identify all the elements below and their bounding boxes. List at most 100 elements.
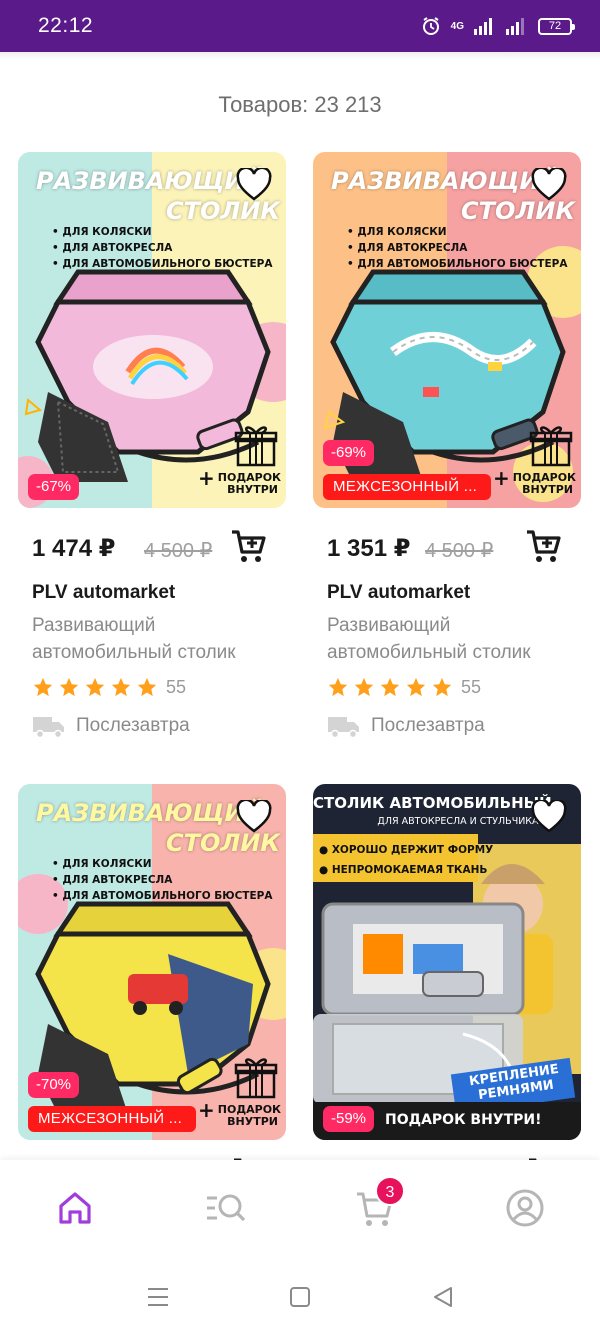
delivery-truck-icon (33, 717, 64, 738)
status-icons: 4G 72 (421, 16, 575, 36)
heart-icon[interactable] (236, 168, 272, 202)
system-navigation (0, 1264, 600, 1332)
cart-nav[interactable]: 3 (355, 1176, 405, 1228)
description-line: автомобильный столик (327, 642, 531, 663)
product-image-title: РАЗВИВАЮЩИЙ СТОЛИК (36, 166, 281, 226)
delivery-date: Послезавтра (371, 715, 485, 736)
gift-label-line2: ВНУТРИ (227, 1115, 278, 1128)
discount-badge: -67% (28, 474, 80, 500)
gift-icon (529, 426, 573, 467)
season-label: МЕЖСЕЗОННЫЙ ... (28, 1106, 196, 1132)
star-icon (432, 677, 452, 697)
product-image-title: РАЗВИВАЮЩИЙ СТОЛИК (36, 798, 281, 858)
description-line: автомобильный столик (32, 642, 236, 663)
star-icon (59, 677, 79, 697)
star-icon (137, 677, 157, 697)
old-price: 4 500 ₽ (425, 540, 494, 562)
image-title: СТОЛИК АВТОМОБИЛЬНЫЙ (313, 794, 552, 812)
image-bullet: • ДЛЯ КОЛЯСКИ (52, 226, 152, 238)
brand-name: PLV automarket (32, 582, 176, 603)
image-bullet: • ДЛЯ АВТОМОБИЛЬНОГО БЮСТЕРА (52, 258, 273, 270)
product-image[interactable]: СТОЛИК АВТОМОБИЛЬНЫЙ ДЛЯ АВТОКРЕСЛА И СТ… (313, 784, 581, 1140)
square-icon[interactable] (287, 1284, 313, 1310)
image-gift-banner: ПОДАРОК ВНУТРИ! (385, 1112, 542, 1128)
product-description: Развивающий автомобильный столик (32, 612, 280, 666)
add-to-cart-icon[interactable] (230, 528, 268, 566)
home-icon[interactable] (55, 1188, 95, 1228)
signal-icon-2 (506, 18, 524, 35)
battery-icon: 72 (538, 17, 575, 35)
price-row: 1 351 ₽ 4 500 ₽ (327, 528, 577, 568)
image-bullet: • ДЛЯ АВТОМОБИЛЬНОГО БЮСТЕРА (347, 258, 568, 270)
gift-icon (234, 426, 278, 467)
battery-level: 72 (548, 20, 562, 32)
image-bullet: • ДЛЯ АВТОМОБИЛЬНОГО БЮСТЕРА (52, 890, 273, 902)
image-bullet: • ДЛЯ АВТОКРЕСЛА (52, 242, 173, 254)
image-features: ● ХОРОШО ДЕРЖИТ ФОРМУ ● НЕПРОМОКАЕМАЯ ТК… (319, 844, 494, 876)
star-icon (111, 677, 131, 697)
product-card[interactable]: РАЗВИВАЮЩИЙ СТОЛИК • ДЛЯ КОЛЯСКИ • ДЛЯ А… (313, 152, 581, 738)
discount-badge: -70% (28, 1072, 80, 1098)
product-image[interactable]: РАЗВИВАЮЩИЙ СТОЛИК • ДЛЯ КОЛЯСКИ • ДЛЯ А… (18, 784, 286, 1140)
back-icon[interactable] (430, 1284, 456, 1310)
image-feature: ХОРОШО ДЕРЖИТ ФОРМУ (331, 844, 494, 856)
heart-icon[interactable] (236, 800, 272, 834)
product-count: Товаров: 23 213 (218, 92, 382, 117)
gift-promo: + ПОДАРОК ВНУТРИ (493, 423, 576, 496)
delivery-truck-icon (328, 717, 359, 738)
rating-count: 55 (166, 676, 187, 697)
status-bar: 22:12 4G 72 (0, 0, 600, 52)
image-bullets: • ДЛЯ КОЛЯСКИ • ДЛЯ АВТОКРЕСЛА • ДЛЯ АВТ… (52, 224, 272, 272)
star-icon (85, 677, 105, 697)
image-feature: НЕПРОМОКАЕМАЯ ТКАНЬ (331, 864, 488, 876)
delivery-info: Послезавтра (32, 714, 190, 738)
description-line: Развивающий (327, 615, 451, 636)
catalog-search-icon[interactable] (205, 1188, 245, 1228)
alarm-icon (422, 17, 439, 35)
product-card[interactable]: РАЗВИВАЮЩИЙ СТОЛИК • ДЛЯ КОЛЯСКИ • ДЛЯ А… (18, 784, 286, 1140)
gift-label-line2: ВНУТРИ (227, 483, 278, 496)
network-type: 4G (450, 20, 464, 32)
image-title-line2: СТОЛИК (461, 197, 576, 225)
product-image-title: РАЗВИВАЮЩИЙ СТОЛИК (331, 166, 576, 226)
product-image[interactable]: РАЗВИВАЮЩИЙ СТОЛИК • ДЛЯ КОЛЯСКИ • ДЛЯ А… (313, 152, 581, 508)
star-icon (406, 677, 426, 697)
user-icon[interactable] (505, 1188, 545, 1228)
image-title-line1: РАЗВИВАЮЩИЙ (331, 167, 560, 195)
header-divider (0, 52, 600, 60)
price: 1 474 ₽ (32, 535, 116, 562)
product-description: Развивающий автомобильный столик (327, 612, 575, 666)
old-price: 4 500 ₽ (144, 540, 213, 562)
bottom-navigation: 3 (0, 1160, 600, 1264)
product-image[interactable]: РАЗВИВАЮЩИЙ СТОЛИК • ДЛЯ КОЛЯСКИ • ДЛЯ А… (18, 152, 286, 508)
rating-count: 55 (461, 676, 482, 697)
signal-icon (474, 18, 492, 35)
heart-icon[interactable] (531, 168, 567, 202)
star-icon (354, 677, 374, 697)
image-bullet: • ДЛЯ АВТОКРЕСЛА (52, 874, 173, 886)
star-icon (380, 677, 400, 697)
status-time: 22:12 (38, 14, 94, 37)
menu-icon[interactable] (145, 1284, 171, 1310)
discount-badge: -69% (323, 440, 375, 466)
star-icon (328, 677, 348, 697)
image-title-line1: РАЗВИВАЮЩИЙ (36, 799, 265, 827)
season-label: МЕЖСЕЗОННЫЙ ... (323, 474, 491, 500)
star-icon (33, 677, 53, 697)
image-title-line2: СТОЛИК (166, 829, 281, 857)
discount-badge: -59% (323, 1106, 375, 1132)
delivery-date: Послезавтра (76, 715, 190, 736)
image-title-line2: СТОЛИК (166, 197, 281, 225)
gift-icon (234, 1058, 278, 1099)
cart-badge: 3 (375, 1176, 405, 1206)
image-bullet: • ДЛЯ КОЛЯСКИ (52, 858, 152, 870)
add-to-cart-icon[interactable] (525, 528, 563, 566)
heart-icon[interactable] (531, 800, 567, 834)
brand-name: PLV automarket (327, 582, 471, 603)
image-bullets: • ДЛЯ КОЛЯСКИ • ДЛЯ АВТОКРЕСЛА • ДЛЯ АВТ… (347, 224, 567, 272)
price: 1 351 ₽ (327, 535, 411, 562)
gift-label-line2: ВНУТРИ (522, 483, 573, 496)
delivery-info: Послезавтра (327, 714, 485, 738)
product-card[interactable]: РАЗВИВАЮЩИЙ СТОЛИК • ДЛЯ КОЛЯСКИ • ДЛЯ А… (18, 152, 286, 738)
product-card[interactable]: СТОЛИК АВТОМОБИЛЬНЫЙ ДЛЯ АВТОКРЕСЛА И СТ… (313, 784, 581, 1140)
